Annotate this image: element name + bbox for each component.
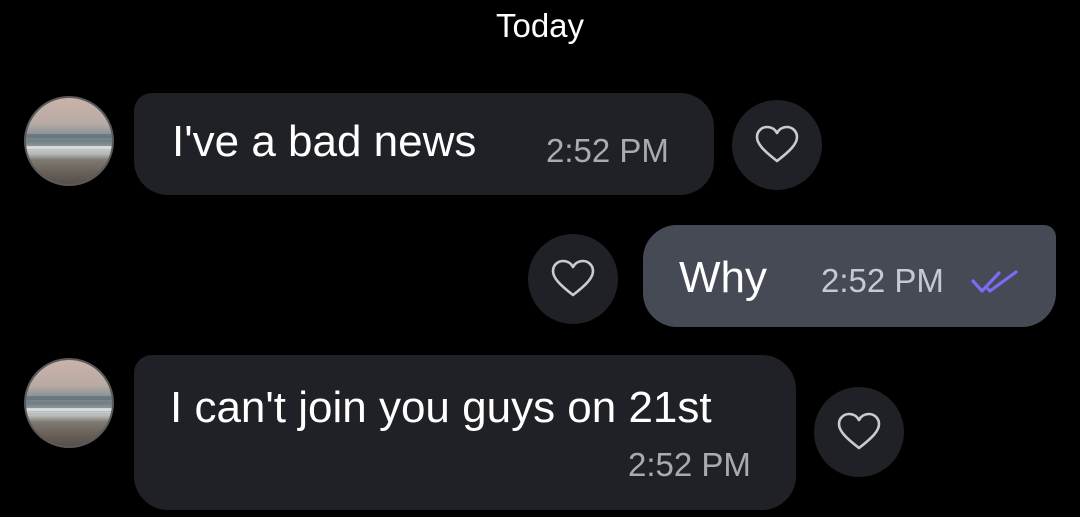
- react-heart-button[interactable]: [732, 100, 822, 190]
- message-timestamp: 2:52 PM: [821, 262, 944, 299]
- double-check-icon: [971, 270, 1018, 293]
- contact-avatar[interactable]: [24, 96, 114, 186]
- message-bubble-incoming[interactable]: I can't join you guys on 21st 2:52 PM: [134, 355, 796, 510]
- message-text: I've a bad news: [172, 117, 477, 166]
- message-timestamp: 2:52 PM: [628, 446, 751, 483]
- react-heart-button[interactable]: [814, 387, 904, 477]
- message-timestamp: 2:52 PM: [546, 132, 669, 169]
- beach-photo-avatar: [26, 396, 112, 415]
- message-bubble-outgoing[interactable]: Why 2:52 PM: [643, 225, 1056, 327]
- beach-photo-avatar: [26, 134, 112, 153]
- date-divider: Today: [495, 7, 585, 44]
- heart-outline-icon: [837, 412, 881, 450]
- message-bubble-incoming[interactable]: I've a bad news 2:52 PM: [134, 93, 714, 195]
- heart-outline-icon: [551, 259, 595, 297]
- message-text: I can't join you guys on 21st: [170, 383, 712, 432]
- message-text: Why: [679, 253, 767, 302]
- heart-outline-icon: [755, 125, 799, 163]
- contact-avatar[interactable]: [24, 358, 114, 448]
- react-heart-button[interactable]: [528, 234, 618, 324]
